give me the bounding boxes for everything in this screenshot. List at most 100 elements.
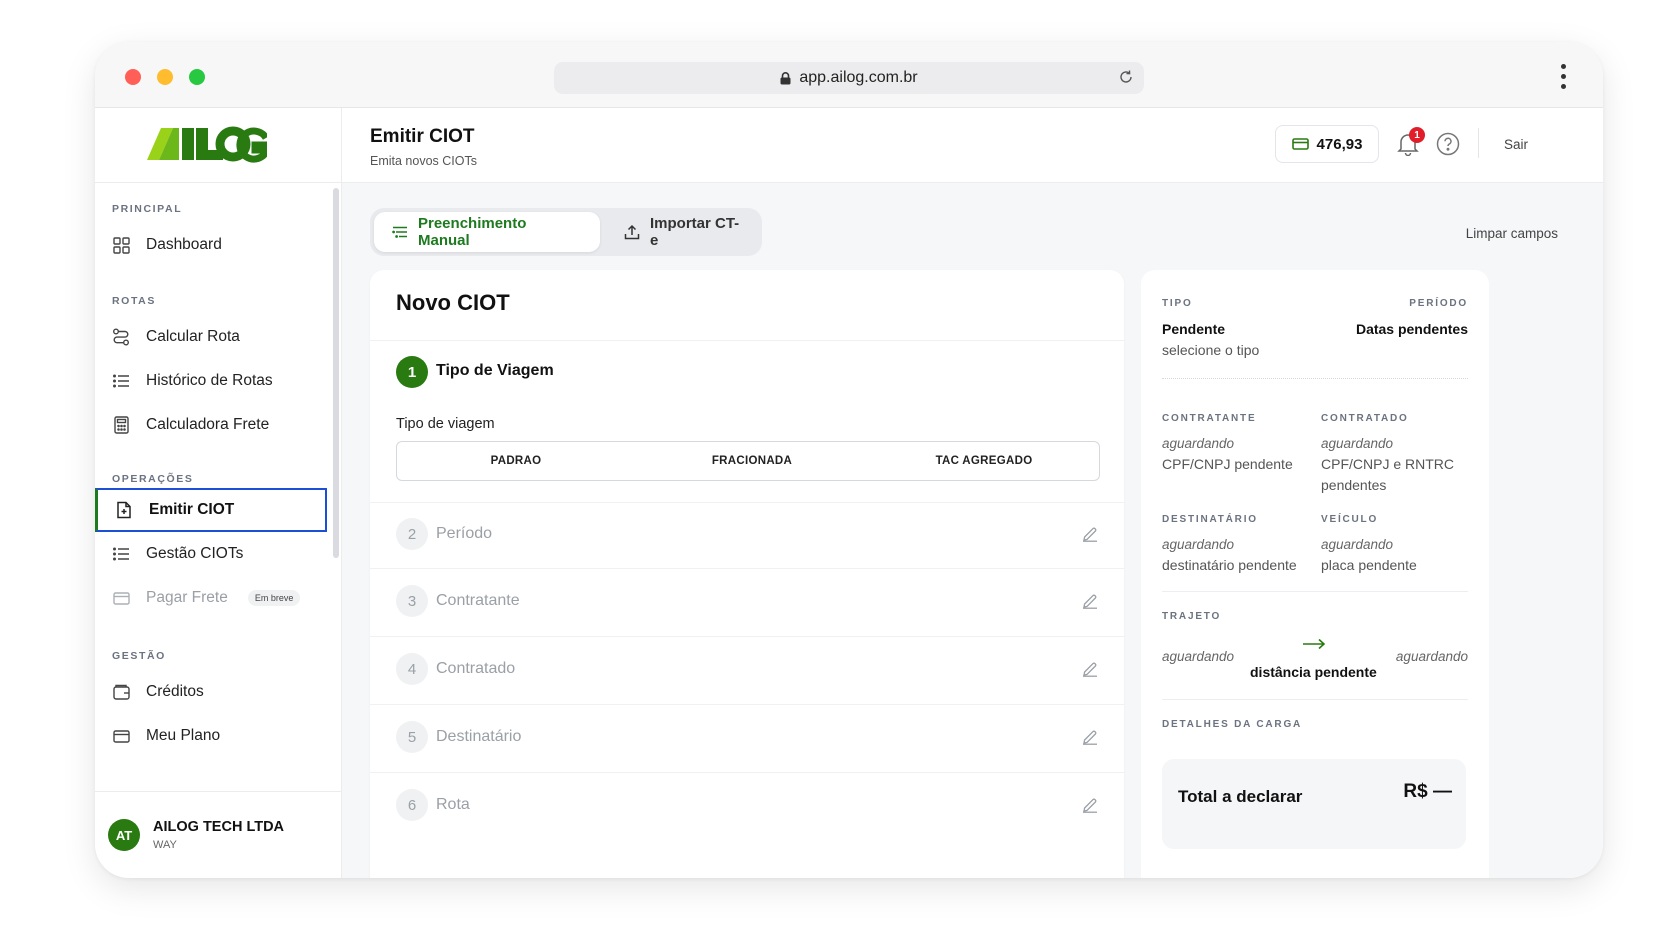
contratado-status: aguardando [1321, 436, 1394, 451]
step-number: 2 [396, 518, 428, 550]
sidebar-item-meu-plano[interactable]: Meu Plano [95, 714, 327, 758]
tab-label: Preenchimento Manual [418, 215, 527, 249]
section-title-principal: PRINCIPAL [112, 203, 183, 215]
list-icon [111, 371, 131, 391]
trip-type-option-tac-agregado[interactable]: TAC AGREGADO [869, 442, 1099, 480]
org-name: AILOG TECH LTDA [153, 819, 285, 835]
org-subtitle: WAY [153, 839, 177, 851]
clear-fields-button[interactable]: Limpar campos [1466, 226, 1558, 241]
header-divider [1478, 128, 1479, 158]
logout-button[interactable]: Sair [1504, 137, 1528, 152]
step-tipo-viagem[interactable]: Tipo de Viagem [436, 362, 554, 380]
tipo-hint: selecione o tipo [1162, 342, 1260, 358]
main-content: Preenchimento Manual Importar CT-e Limpa… [342, 183, 1603, 878]
destinatario-label: DESTINATÁRIO [1162, 514, 1258, 525]
address-bar[interactable]: app.ailog.com.br [554, 62, 1144, 94]
contratado-value: CPF/CNPJ e RNTRC [1321, 456, 1455, 472]
browser-toolbar: app.ailog.com.br [95, 42, 1603, 108]
contratado-label: CONTRATADO [1321, 413, 1409, 424]
new-ciot-form: Novo CIOT 1 Tipo de Viagem Tipo de viage… [370, 270, 1124, 878]
step-number: 6 [396, 789, 428, 821]
total-value: R$ — [1403, 781, 1452, 802]
destinatario-status: aguardando [1162, 537, 1235, 552]
organization-switcher[interactable]: AT AILOG TECH LTDA WAY [95, 791, 341, 878]
divider [370, 704, 1124, 705]
page-title: Emitir CIOT [370, 126, 475, 147]
grid-icon [111, 235, 131, 255]
sidebar-item-emitir-ciot[interactable]: Emitir CIOT [95, 488, 327, 532]
entry-mode-tabs: Preenchimento Manual Importar CT-e [370, 208, 762, 256]
logo-area [95, 108, 341, 183]
trip-type-label: Tipo de viagem [396, 416, 495, 432]
sidebar-item-calculadora-frete[interactable]: Calculadora Frete [95, 403, 327, 447]
sidebar-item-label: Dashboard [146, 236, 222, 253]
balance-button[interactable]: 476,93 [1275, 125, 1379, 163]
trip-type-selector: PADRAO FRACIONADA TAC AGREGADO [396, 441, 1100, 481]
step-contratante[interactable]: Contratante [436, 592, 520, 610]
sidebar-item-label: Emitir CIOT [149, 501, 235, 518]
edit-pencil-icon[interactable] [1082, 797, 1098, 818]
edit-pencil-icon[interactable] [1082, 729, 1098, 750]
calculator-icon [111, 415, 131, 435]
maximize-window-button[interactable] [189, 69, 205, 85]
divider [370, 568, 1124, 569]
sidebar-item-label: Meu Plano [146, 727, 221, 744]
sidebar-item-historico-rotas[interactable]: Histórico de Rotas [95, 359, 327, 403]
sidebar-item-dashboard[interactable]: Dashboard [95, 223, 327, 267]
total-label: Total a declarar [1178, 787, 1303, 806]
minimize-window-button[interactable] [157, 69, 173, 85]
ailog-logo[interactable] [147, 122, 267, 166]
total-declarar-box: Total a declarar R$ — [1162, 759, 1466, 849]
tipo-label: TIPO [1162, 298, 1193, 309]
close-window-button[interactable] [125, 69, 141, 85]
contratante-value: CPF/CNPJ pendente [1162, 456, 1293, 472]
tab-importar-cte[interactable]: Importar CT-e [606, 212, 762, 252]
sidebar-item-creditos[interactable]: Créditos [95, 670, 327, 714]
filter-lines-icon [392, 226, 408, 238]
card-icon [111, 588, 131, 608]
step-destinatario[interactable]: Destinatário [436, 728, 521, 746]
arrow-right-icon [1302, 638, 1326, 650]
browser-menu-icon[interactable] [1559, 64, 1567, 89]
periodo-label: PERÍODO [1409, 298, 1468, 309]
step-periodo[interactable]: Período [436, 525, 492, 543]
sidebar-item-calcular-rota[interactable]: Calcular Rota [95, 315, 327, 359]
sidebar-item-gestao-ciots[interactable]: Gestão CIOTs [95, 532, 327, 576]
trip-type-option-fracionada[interactable]: FRACIONADA [635, 442, 869, 480]
card-icon [111, 726, 131, 746]
lock-icon [780, 71, 791, 85]
browser-window: app.ailog.com.br PRINCIPAL Dashboard ROT… [95, 42, 1603, 878]
edit-pencil-icon[interactable] [1082, 661, 1098, 682]
tab-preenchimento-manual[interactable]: Preenchimento Manual [374, 212, 600, 252]
top-header: Emitir CIOT Emita novos CIOTs 476,93 1 S… [342, 108, 1603, 183]
sidebar-scrollbar[interactable] [333, 188, 339, 558]
avatar: AT [108, 819, 140, 851]
section-title-rotas: ROTAS [112, 295, 156, 307]
sidebar-item-label: Histórico de Rotas [146, 372, 273, 389]
edit-pencil-icon[interactable] [1082, 593, 1098, 614]
divider [370, 340, 1124, 341]
reload-icon[interactable] [1118, 69, 1134, 85]
destinatario-value: destinatário pendente [1162, 557, 1297, 573]
divider [1162, 591, 1468, 592]
veiculo-label: VEÍCULO [1321, 514, 1379, 525]
sidebar-item-label: Gestão CIOTs [146, 545, 244, 562]
sidebar-nav: PRINCIPAL Dashboard ROTAS Calcular Rota … [95, 183, 341, 791]
sidebar-item-label: Calcular Rota [146, 328, 240, 345]
help-icon[interactable] [1436, 132, 1460, 161]
divider [1162, 699, 1468, 700]
sidebar-item-label: Pagar Frete [146, 589, 228, 606]
trajeto-distance: distância pendente [1250, 664, 1377, 680]
list-icon [111, 544, 131, 564]
sidebar: PRINCIPAL Dashboard ROTAS Calcular Rota … [95, 108, 342, 878]
step-number: 5 [396, 721, 428, 753]
trip-type-option-padrao[interactable]: PADRAO [397, 442, 635, 480]
step-rota[interactable]: Rota [436, 796, 470, 814]
periodo-value: Datas pendentes [1355, 321, 1468, 337]
wallet-icon [111, 682, 131, 702]
edit-pencil-icon[interactable] [1082, 526, 1098, 547]
card-icon [1291, 138, 1309, 150]
step-contratado[interactable]: Contratado [436, 660, 515, 678]
divider [1162, 378, 1468, 379]
balance-value: 476,93 [1316, 135, 1363, 153]
